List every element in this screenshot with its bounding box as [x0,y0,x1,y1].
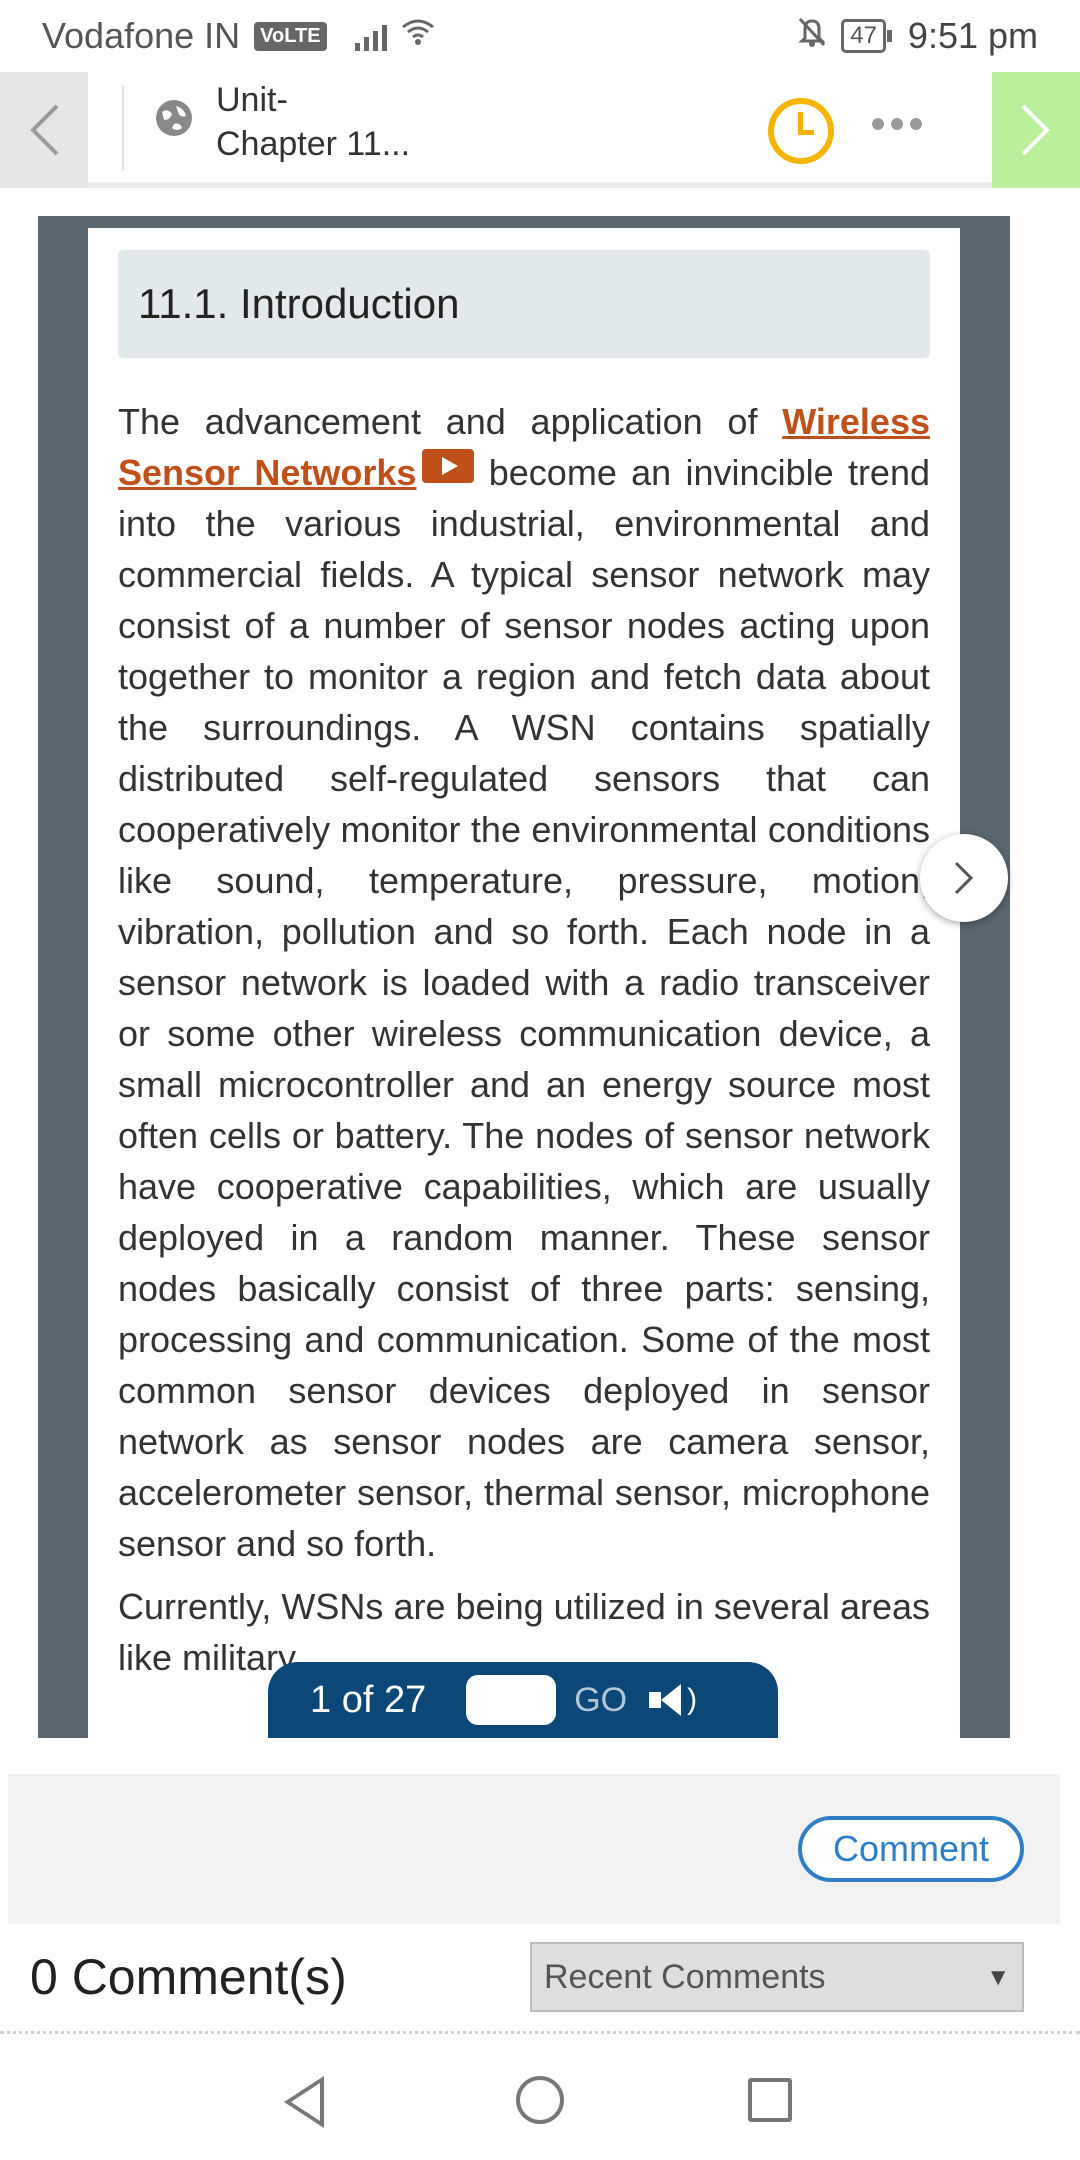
clock-icon[interactable] [768,98,834,164]
section-heading: 11.1. Introduction [118,250,930,358]
back-icon[interactable] [284,2076,324,2128]
page-navigator: 1 of 27 GO ) [268,1662,778,1738]
chapter-title-line2: Chapter 11... [216,125,411,163]
battery-icon: 47 [841,19,892,53]
speaker-icon[interactable]: ) [649,1683,697,1717]
recent-apps-icon[interactable] [748,2078,792,2122]
home-icon[interactable] [516,2076,564,2124]
paragraph-1: The advancement and application of Wirel… [118,401,930,1564]
more-options-icon[interactable] [872,118,922,130]
wifi-icon [401,18,435,54]
globe-icon [156,100,192,136]
next-chapter-button[interactable] [992,72,1080,188]
carrier-name: Vodafone IN [42,15,241,56]
page-status: 1 of 27 [310,1678,427,1721]
clock-time: 9:51 pm [907,15,1038,56]
go-button[interactable]: GO [574,1681,627,1720]
volte-badge: VoLTE [254,21,327,51]
chevron-right-icon [954,861,974,895]
comments-count: 0 Comment(s) [30,1949,347,2005]
status-bar: Vodafone IN VoLTE 47 9:51 pm [0,0,1080,72]
signal-icon [354,21,387,51]
video-play-icon[interactable] [422,449,475,483]
app-header: Unit- Chapter 11... [0,72,1080,188]
comment-sort-select[interactable]: Recent Comments ▼ [530,1942,1024,2012]
page-number-input[interactable] [466,1675,557,1725]
next-page-button[interactable] [920,834,1008,922]
chapter-title: Unit- Chapter 11... [216,78,516,166]
book-page: 11.1. Introduction The advancement and a… [88,228,960,1738]
comments-header: 0 Comment(s) Recent Comments ▼ [0,1924,1080,2034]
chevron-left-icon [30,104,59,156]
sort-selected-value: Recent Comments [544,1957,826,1996]
book-reader[interactable]: 11.1. Introduction The advancement and a… [38,216,1010,1738]
header-divider [122,86,124,170]
system-nav-bar [0,2040,1080,2160]
body-text: The advancement and application of Wirel… [118,396,930,1695]
previous-chapter-button[interactable] [0,72,88,188]
chevron-right-icon [1021,104,1050,156]
comment-button[interactable]: Comment [798,1816,1024,1882]
dropdown-arrow-icon: ▼ [986,1964,1010,1991]
chapter-title-line1: Unit- [216,81,288,119]
comment-area: Comment [8,1774,1060,1924]
mute-bell-icon [797,15,827,57]
